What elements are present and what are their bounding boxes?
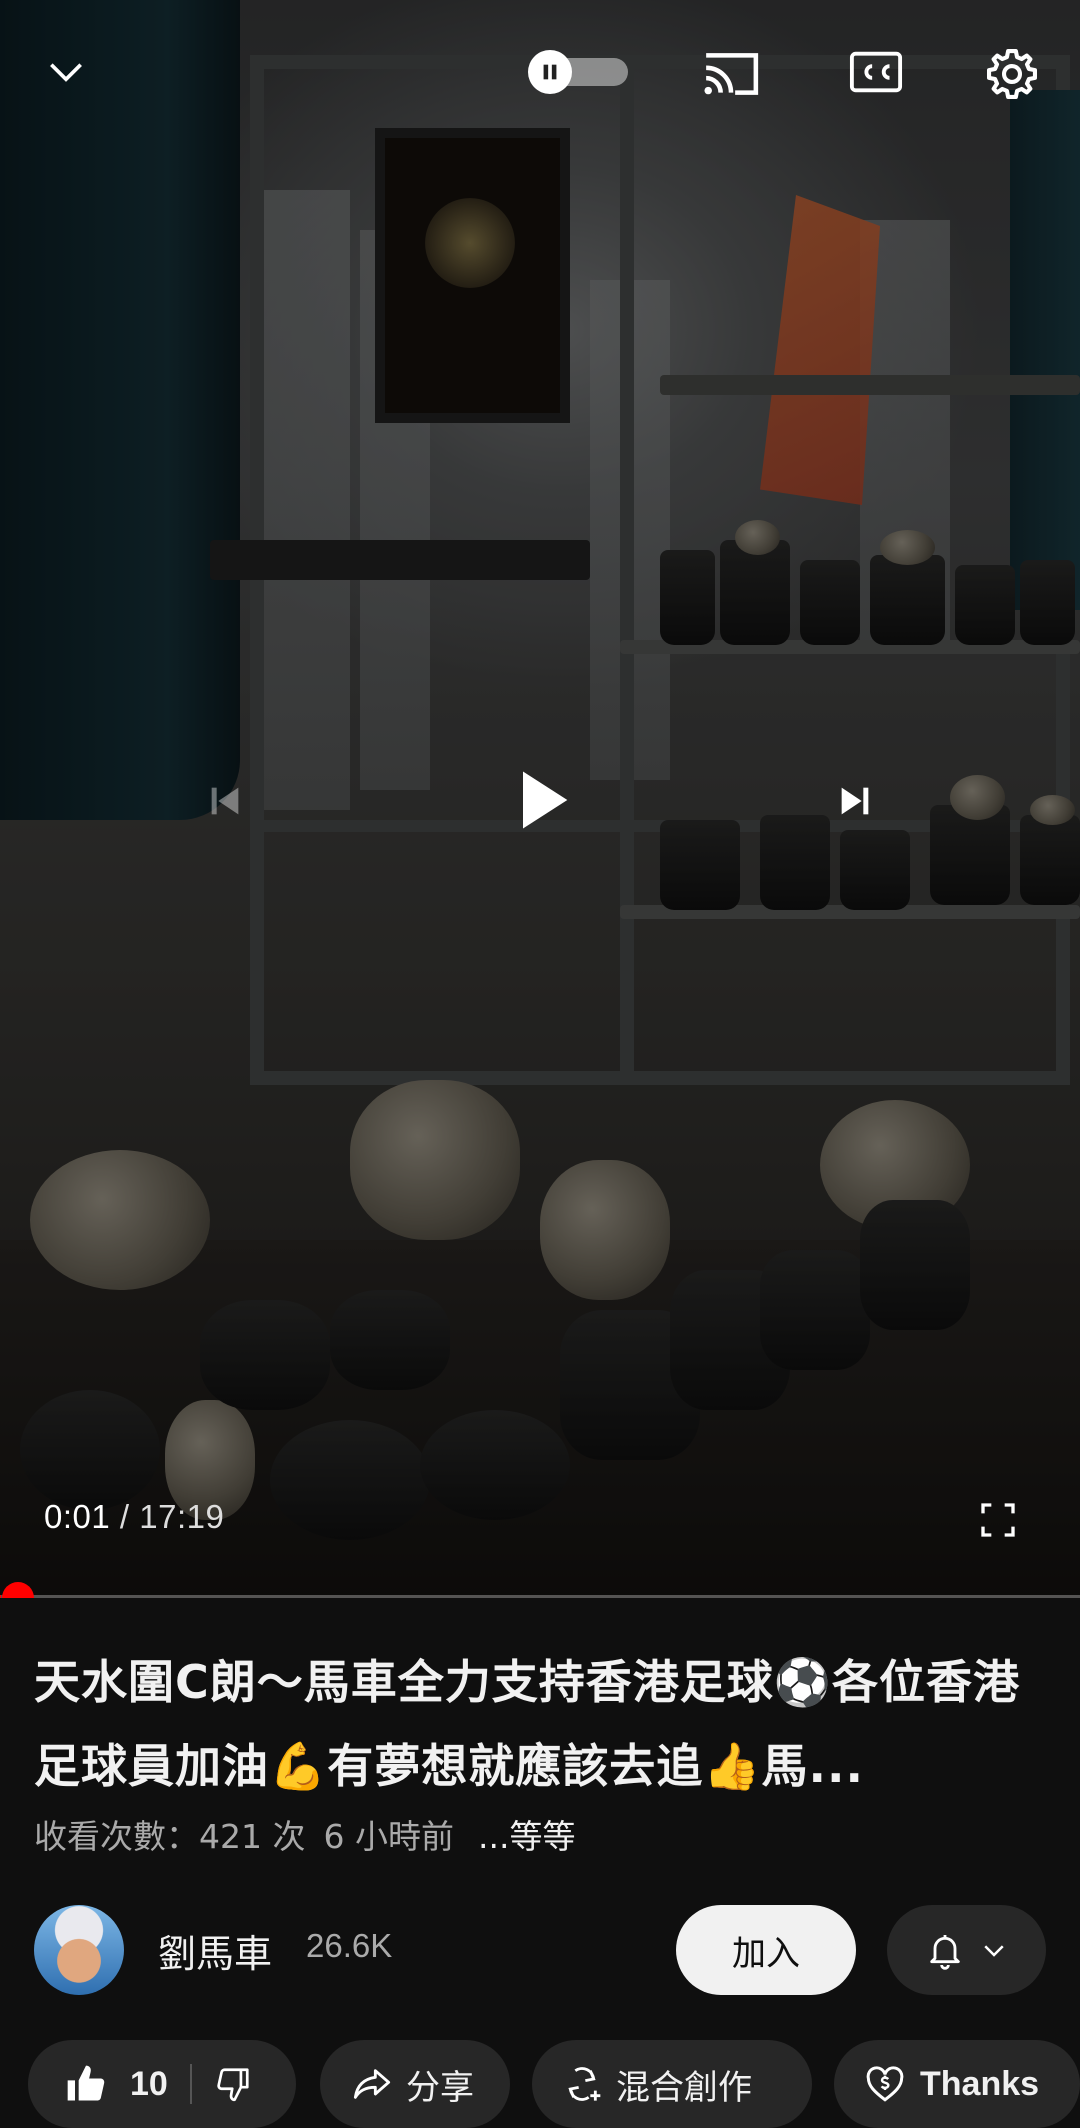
join-button[interactable]: 加入 — [676, 1905, 856, 1995]
share-button[interactable]: 分享 — [320, 2040, 510, 2128]
remix-button[interactable]: 混合創作 — [532, 2040, 812, 2128]
duration: 17:19 — [139, 1498, 225, 1535]
next-icon — [841, 787, 869, 815]
settings-button[interactable] — [980, 42, 1044, 106]
remix-icon — [568, 2067, 601, 2101]
channel-name[interactable]: 劉馬車 — [158, 1923, 272, 1978]
fullscreen-button[interactable] — [972, 1494, 1024, 1546]
like-icon[interactable] — [64, 2062, 108, 2106]
cast-button[interactable] — [698, 44, 764, 104]
video-title[interactable]: 天水圍C朗～馬車全力支持香港足球⚽各位香港足球員加油💪有夢想就應該去追👍馬... — [34, 1640, 1046, 1808]
bell-icon — [929, 1935, 960, 1970]
pause-icon — [528, 50, 572, 94]
gear-icon — [986, 48, 1038, 100]
chevron-down-icon — [50, 63, 82, 82]
minimize-button[interactable] — [30, 36, 102, 108]
like-count: 10 — [130, 2064, 168, 2103]
previous-icon — [211, 787, 239, 815]
video-player[interactable]: 0:01 / 17:19 — [0, 0, 1080, 1598]
captions-button[interactable] — [848, 48, 904, 96]
next-button[interactable] — [810, 756, 900, 846]
progress-bar[interactable] — [0, 1595, 1080, 1598]
time-display: 0:01 / 17:19 — [44, 1498, 224, 1536]
subscriber-count: 26.6K — [306, 1927, 393, 1964]
cc-icon — [849, 51, 903, 93]
share-label: 分享 — [406, 2067, 474, 2108]
progress-fill — [0, 1595, 2, 1598]
previous-button[interactable] — [180, 756, 270, 846]
current-time: 0:01 — [44, 1498, 111, 1535]
play-icon — [523, 771, 568, 829]
video-metadata[interactable]: 收看次數：421 次 6 小時前 ...等等 — [34, 1810, 593, 1858]
more-link[interactable]: ...等等 — [478, 1817, 575, 1856]
channel-row: 劉馬車 26.6K 加入 — [34, 1905, 1046, 1995]
thanks-label: Thanks — [920, 2064, 1040, 2103]
cast-icon — [704, 53, 759, 95]
like-dislike-chip: 10 — [28, 2040, 296, 2128]
thanks-icon — [866, 2066, 904, 2102]
autoplay-toggle[interactable] — [528, 50, 630, 94]
notification-button[interactable] — [887, 1905, 1046, 1995]
fullscreen-icon — [981, 1503, 1015, 1537]
avatar[interactable] — [34, 1905, 124, 1995]
upload-time: 6 小時前 — [323, 1817, 454, 1856]
share-icon — [353, 2069, 391, 2099]
time-separator: / — [110, 1498, 140, 1535]
chevron-down-icon — [983, 1945, 1004, 1957]
dislike-icon[interactable] — [214, 2065, 252, 2103]
like-separator — [189, 2064, 192, 2104]
action-bar: 10 分享 混合創作 Thanks — [28, 2040, 1080, 2128]
play-button[interactable] — [482, 740, 602, 860]
view-count: 收看次數：421 次 — [34, 1817, 306, 1856]
remix-label: 混合創作 — [616, 2067, 752, 2108]
thanks-button[interactable]: Thanks — [834, 2040, 1080, 2128]
